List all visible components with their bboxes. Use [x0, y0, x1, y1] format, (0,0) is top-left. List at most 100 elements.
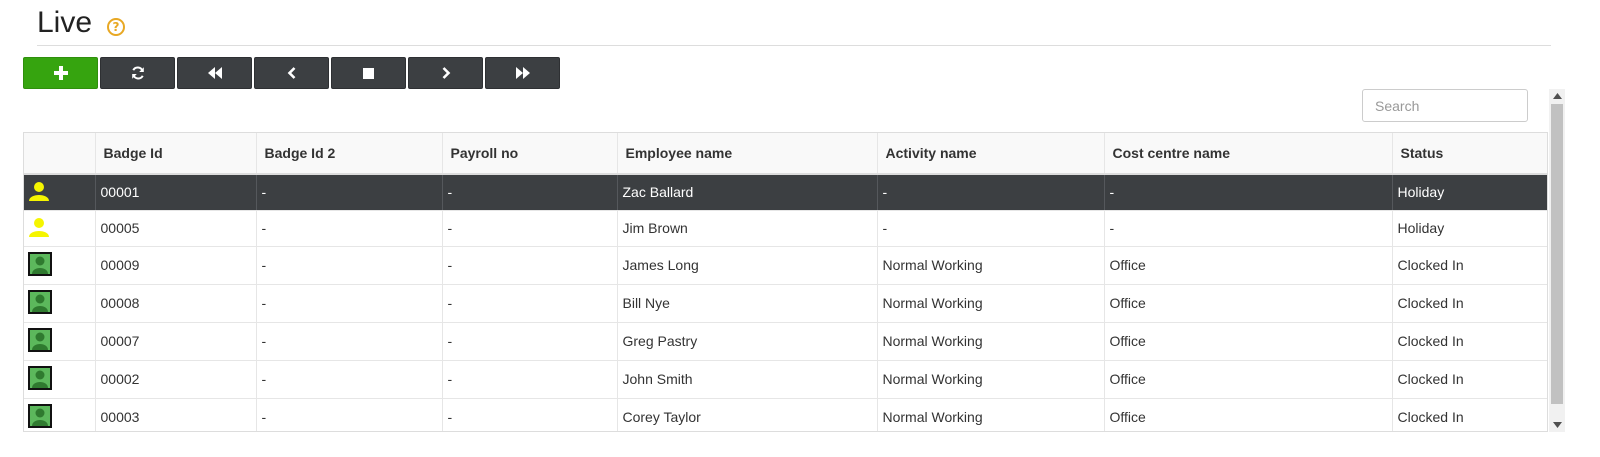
column-header-employee-name[interactable]: Employee name: [617, 133, 878, 175]
column-header-badge-id[interactable]: Badge Id: [95, 133, 257, 175]
refresh-button[interactable]: [100, 57, 175, 89]
previous-button[interactable]: [254, 57, 329, 89]
employee-name-cell: James Long: [617, 246, 878, 285]
last-button[interactable]: [485, 57, 560, 89]
row-icon-cell: [24, 360, 96, 399]
table-header-row: Badge Id Badge Id 2 Payroll no Employee …: [24, 133, 1547, 175]
badge-id-2-cell: -: [256, 284, 443, 323]
employee-name-cell: John Smith: [617, 360, 878, 399]
cost-centre-name-cell: -: [1104, 174, 1393, 211]
payroll-no-cell: -: [442, 210, 618, 247]
title-divider: [37, 45, 1551, 46]
table-row[interactable]: 00002 - - John Smith Normal Working Offi…: [24, 360, 1547, 399]
activity-name-cell: Normal Working: [877, 322, 1105, 361]
activity-name-cell: -: [877, 210, 1105, 247]
column-header-status[interactable]: Status: [1392, 133, 1547, 175]
badge-id-cell: 00007: [95, 322, 257, 361]
scroll-thumb[interactable]: [1551, 104, 1563, 404]
payroll-no-cell: -: [442, 284, 618, 323]
badge-id-2-cell: -: [256, 174, 443, 211]
fast-backward-icon: [207, 67, 222, 79]
scroll-up-arrow[interactable]: [1549, 89, 1565, 103]
toolbar: [23, 57, 562, 89]
employee-name-cell: Corey Taylor: [617, 398, 878, 431]
badge-id-2-cell: -: [256, 398, 443, 431]
badge-id-cell: 00009: [95, 246, 257, 285]
employee-name-cell: Bill Nye: [617, 284, 878, 323]
clocked-in-person-icon: [28, 289, 52, 314]
holiday-person-icon: [29, 181, 49, 201]
employee-name-cell: Jim Brown: [617, 210, 878, 247]
page-title: Live: [37, 6, 93, 39]
status-cell: Clocked In: [1392, 360, 1547, 399]
first-button[interactable]: [177, 57, 252, 89]
cost-centre-name-cell: Office: [1104, 322, 1393, 361]
payroll-no-cell: -: [442, 398, 618, 431]
caret-up-icon: [1552, 93, 1562, 99]
stop-icon: [363, 67, 374, 79]
employee-name-cell: Greg Pastry: [617, 322, 878, 361]
stop-button[interactable]: [331, 57, 406, 89]
activity-name-cell: Normal Working: [877, 284, 1105, 323]
caret-down-icon: [1552, 422, 1562, 428]
employee-table: Badge Id Badge Id 2 Payroll no Employee …: [23, 132, 1548, 432]
table-row[interactable]: 00008 - - Bill Nye Normal Working Office…: [24, 284, 1547, 323]
fast-forward-icon: [515, 67, 530, 79]
column-header-cost-centre-name[interactable]: Cost centre name: [1104, 133, 1393, 175]
column-header-payroll-no[interactable]: Payroll no: [442, 133, 618, 175]
activity-name-cell: Normal Working: [877, 360, 1105, 399]
badge-id-cell: 00005: [95, 210, 257, 247]
cost-centre-name-cell: Office: [1104, 398, 1393, 431]
search-input[interactable]: [1362, 89, 1528, 122]
status-cell: Holiday: [1392, 210, 1547, 247]
status-cell: Clocked In: [1392, 246, 1547, 285]
clocked-in-person-icon: [28, 403, 52, 428]
help-icon[interactable]: ?: [107, 18, 125, 36]
column-header-activity-name[interactable]: Activity name: [877, 133, 1105, 175]
badge-id-cell: 00003: [95, 398, 257, 431]
row-icon-cell: [24, 246, 96, 285]
column-header-icon[interactable]: [24, 133, 96, 175]
table-row[interactable]: 00001 - - Zac Ballard - - Holiday: [24, 174, 1547, 211]
status-cell: Clocked In: [1392, 284, 1547, 323]
vertical-scrollbar[interactable]: [1549, 89, 1565, 432]
badge-id-2-cell: -: [256, 322, 443, 361]
table-row[interactable]: 00007 - - Greg Pastry Normal Working Off…: [24, 322, 1547, 361]
cost-centre-name-cell: -: [1104, 210, 1393, 247]
payroll-no-cell: -: [442, 174, 618, 211]
employee-name-cell: Zac Ballard: [617, 174, 878, 211]
next-button[interactable]: [408, 57, 483, 89]
holiday-person-icon: [29, 217, 49, 237]
status-cell: Clocked In: [1392, 398, 1547, 431]
status-cell: Clocked In: [1392, 322, 1547, 361]
add-button[interactable]: [23, 57, 98, 89]
refresh-icon: [131, 66, 144, 80]
payroll-no-cell: -: [442, 322, 618, 361]
activity-name-cell: -: [877, 174, 1105, 211]
activity-name-cell: Normal Working: [877, 398, 1105, 431]
status-cell: Holiday: [1392, 174, 1547, 211]
table-row[interactable]: 00003 - - Corey Taylor Normal Working Of…: [24, 398, 1547, 431]
cost-centre-name-cell: Office: [1104, 246, 1393, 285]
badge-id-cell: 00001: [95, 174, 257, 211]
chevron-left-icon: [287, 67, 295, 79]
clocked-in-person-icon: [28, 365, 52, 390]
payroll-no-cell: -: [442, 246, 618, 285]
row-icon-cell: [24, 322, 96, 361]
clocked-in-person-icon: [28, 251, 52, 276]
badge-id-cell: 00002: [95, 360, 257, 399]
table-row[interactable]: 00005 - - Jim Brown - - Holiday: [24, 210, 1547, 247]
cost-centre-name-cell: Office: [1104, 360, 1393, 399]
plus-icon: [53, 66, 68, 80]
scroll-down-arrow[interactable]: [1549, 418, 1565, 432]
row-icon-cell: [24, 398, 96, 431]
chevron-right-icon: [442, 67, 450, 79]
badge-id-2-cell: -: [256, 246, 443, 285]
cost-centre-name-cell: Office: [1104, 284, 1393, 323]
badge-id-2-cell: -: [256, 210, 443, 247]
row-icon-cell: [24, 210, 96, 247]
badge-id-cell: 00008: [95, 284, 257, 323]
column-header-badge-id-2[interactable]: Badge Id 2: [256, 133, 443, 175]
clocked-in-person-icon: [28, 327, 52, 352]
table-row[interactable]: 00009 - - James Long Normal Working Offi…: [24, 246, 1547, 285]
